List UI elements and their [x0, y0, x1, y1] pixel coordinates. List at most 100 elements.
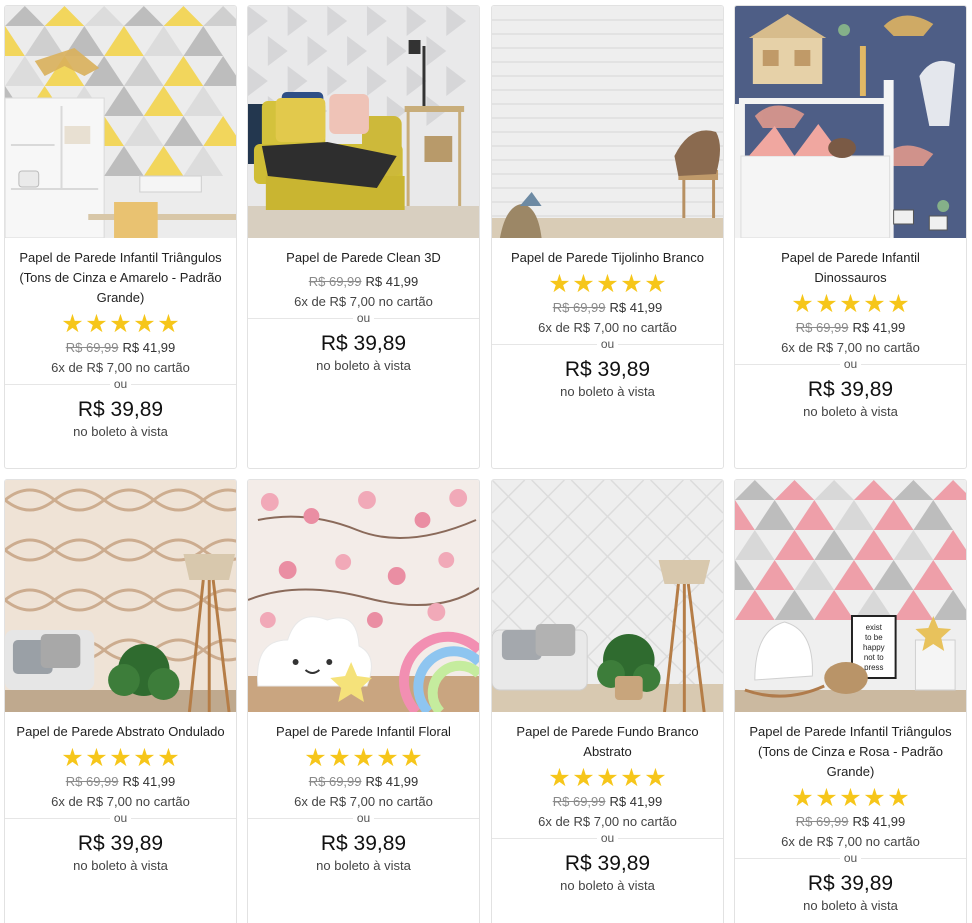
or-label: ou — [839, 851, 862, 865]
product-title[interactable]: Papel de Parede Fundo Branco Abstrato — [492, 722, 723, 762]
star-icon: ★ — [157, 310, 180, 338]
product-title[interactable]: Papel de Parede Infantil Triângulos (Ton… — [5, 248, 236, 308]
star-icon: ★ — [304, 744, 327, 772]
price-line: R$ 69,99 R$ 41,99 — [492, 792, 723, 812]
star-icon: ★ — [863, 290, 886, 318]
product-title[interactable]: Papel de Parede Clean 3D — [248, 248, 479, 268]
product-card[interactable]: Papel de Parede Clean 3D R$ 69,99 R$ 41,9… — [247, 5, 480, 469]
product-image[interactable] — [735, 6, 966, 238]
boleto-note: no boleto à vista — [560, 878, 655, 893]
poster-text: exist — [866, 623, 883, 632]
installments: 6x de R$ 7,00 no cartão — [538, 320, 677, 335]
current-price: R$ 41,99 — [852, 814, 906, 829]
installments: 6x de R$ 7,00 no cartão — [51, 794, 190, 809]
old-price: R$ 69,99 — [308, 274, 362, 289]
product-card[interactable]: Papel de Parede Tijolinho Branco ★★★★★ R… — [491, 5, 724, 469]
product-image[interactable] — [248, 6, 479, 238]
star-icon: ★ — [839, 290, 862, 318]
old-price: R$ 69,99 — [308, 774, 362, 789]
current-price: R$ 41,99 — [609, 794, 663, 809]
or-label: ou — [839, 357, 862, 371]
star-icon: ★ — [596, 764, 619, 792]
rating-stars: ★★★★★ — [5, 311, 236, 337]
star-icon: ★ — [863, 784, 886, 812]
product-card[interactable]: Papel de Parede Infantil Floral ★★★★★ R$… — [247, 479, 480, 923]
old-price: R$ 69,99 — [552, 300, 606, 315]
current-price: R$ 41,99 — [122, 774, 176, 789]
or-label: ou — [109, 811, 132, 825]
product-card[interactable]: exist to be happy not to press Papel de … — [734, 479, 967, 923]
product-card[interactable]: Papel de Parede Infantil Dinossauros ★★★… — [734, 5, 967, 469]
price-line: R$ 69,99 R$ 41,99 — [248, 272, 479, 292]
product-title[interactable]: Papel de Parede Tijolinho Branco — [492, 248, 723, 268]
product-image[interactable] — [5, 6, 236, 238]
price-line: R$ 69,99 R$ 41,99 — [5, 772, 236, 792]
star-icon: ★ — [620, 270, 643, 298]
current-price: R$ 41,99 — [609, 300, 663, 315]
product-card[interactable]: Papel de Parede Abstrato Ondulado ★★★★★ … — [4, 479, 237, 923]
installments: 6x de R$ 7,00 no cartão — [781, 340, 920, 355]
boleto-note: no boleto à vista — [316, 358, 411, 373]
rating-stars: ★★★★★ — [492, 271, 723, 297]
boleto-note: no boleto à vista — [560, 384, 655, 399]
product-image[interactable]: exist to be happy not to press — [735, 480, 966, 712]
star-icon: ★ — [572, 270, 595, 298]
star-icon: ★ — [85, 744, 108, 772]
or-label: ou — [596, 337, 619, 351]
current-price: R$ 41,99 — [852, 320, 906, 335]
installments: 6x de R$ 7,00 no cartão — [294, 794, 433, 809]
product-image[interactable] — [492, 6, 723, 238]
product-image[interactable] — [248, 480, 479, 712]
star-icon: ★ — [887, 290, 910, 318]
star-icon: ★ — [815, 290, 838, 318]
star-icon: ★ — [644, 270, 667, 298]
product-card[interactable]: Papel de Parede Fundo Branco Abstrato ★★… — [491, 479, 724, 923]
old-price: R$ 69,99 — [552, 794, 606, 809]
product-image[interactable] — [492, 480, 723, 712]
installments: 6x de R$ 7,00 no cartão — [538, 814, 677, 829]
product-title[interactable]: Papel de Parede Abstrato Ondulado — [5, 722, 236, 742]
installments: 6x de R$ 7,00 no cartão — [294, 294, 433, 309]
boleto-price: R$ 39,89 — [564, 852, 651, 875]
price-line: R$ 69,99 R$ 41,99 — [735, 318, 966, 338]
rating-stars: ★★★★★ — [492, 765, 723, 791]
star-icon: ★ — [572, 764, 595, 792]
product-title[interactable]: Papel de Parede Infantil Triângulos (Ton… — [735, 722, 966, 782]
or-label: ou — [596, 831, 619, 845]
or-label: ou — [352, 811, 375, 825]
star-icon: ★ — [791, 784, 814, 812]
star-icon: ★ — [400, 744, 423, 772]
product-card[interactable]: Papel de Parede Infantil Triângulos (Ton… — [4, 5, 237, 469]
boleto-price: R$ 39,89 — [77, 398, 164, 421]
poster-text: press — [864, 663, 883, 672]
star-icon: ★ — [839, 784, 862, 812]
rating-stars: ★★★★★ — [735, 291, 966, 317]
star-icon: ★ — [376, 744, 399, 772]
product-title[interactable]: Papel de Parede Infantil Floral — [248, 722, 479, 742]
star-icon: ★ — [548, 270, 571, 298]
star-icon: ★ — [133, 744, 156, 772]
star-icon: ★ — [133, 310, 156, 338]
boleto-note: no boleto à vista — [73, 858, 168, 873]
current-price: R$ 41,99 — [122, 340, 176, 355]
old-price: R$ 69,99 — [795, 814, 849, 829]
product-title[interactable]: Papel de Parede Infantil Dinossauros — [735, 248, 966, 288]
rating-stars: ★★★★★ — [248, 745, 479, 771]
star-icon: ★ — [85, 310, 108, 338]
boleto-price: R$ 39,89 — [320, 332, 407, 355]
old-price: R$ 69,99 — [65, 774, 119, 789]
price-line: R$ 69,99 R$ 41,99 — [735, 812, 966, 832]
star-icon: ★ — [596, 270, 619, 298]
current-price: R$ 41,99 — [365, 274, 419, 289]
current-price: R$ 41,99 — [365, 774, 419, 789]
star-icon: ★ — [887, 784, 910, 812]
product-image[interactable] — [5, 480, 236, 712]
boleto-note: no boleto à vista — [316, 858, 411, 873]
old-price: R$ 69,99 — [65, 340, 119, 355]
boleto-price: R$ 39,89 — [564, 358, 651, 381]
poster-text: not to — [864, 653, 884, 662]
star-icon: ★ — [548, 764, 571, 792]
or-label: ou — [109, 377, 132, 391]
boleto-note: no boleto à vista — [803, 898, 898, 913]
star-icon: ★ — [61, 310, 84, 338]
